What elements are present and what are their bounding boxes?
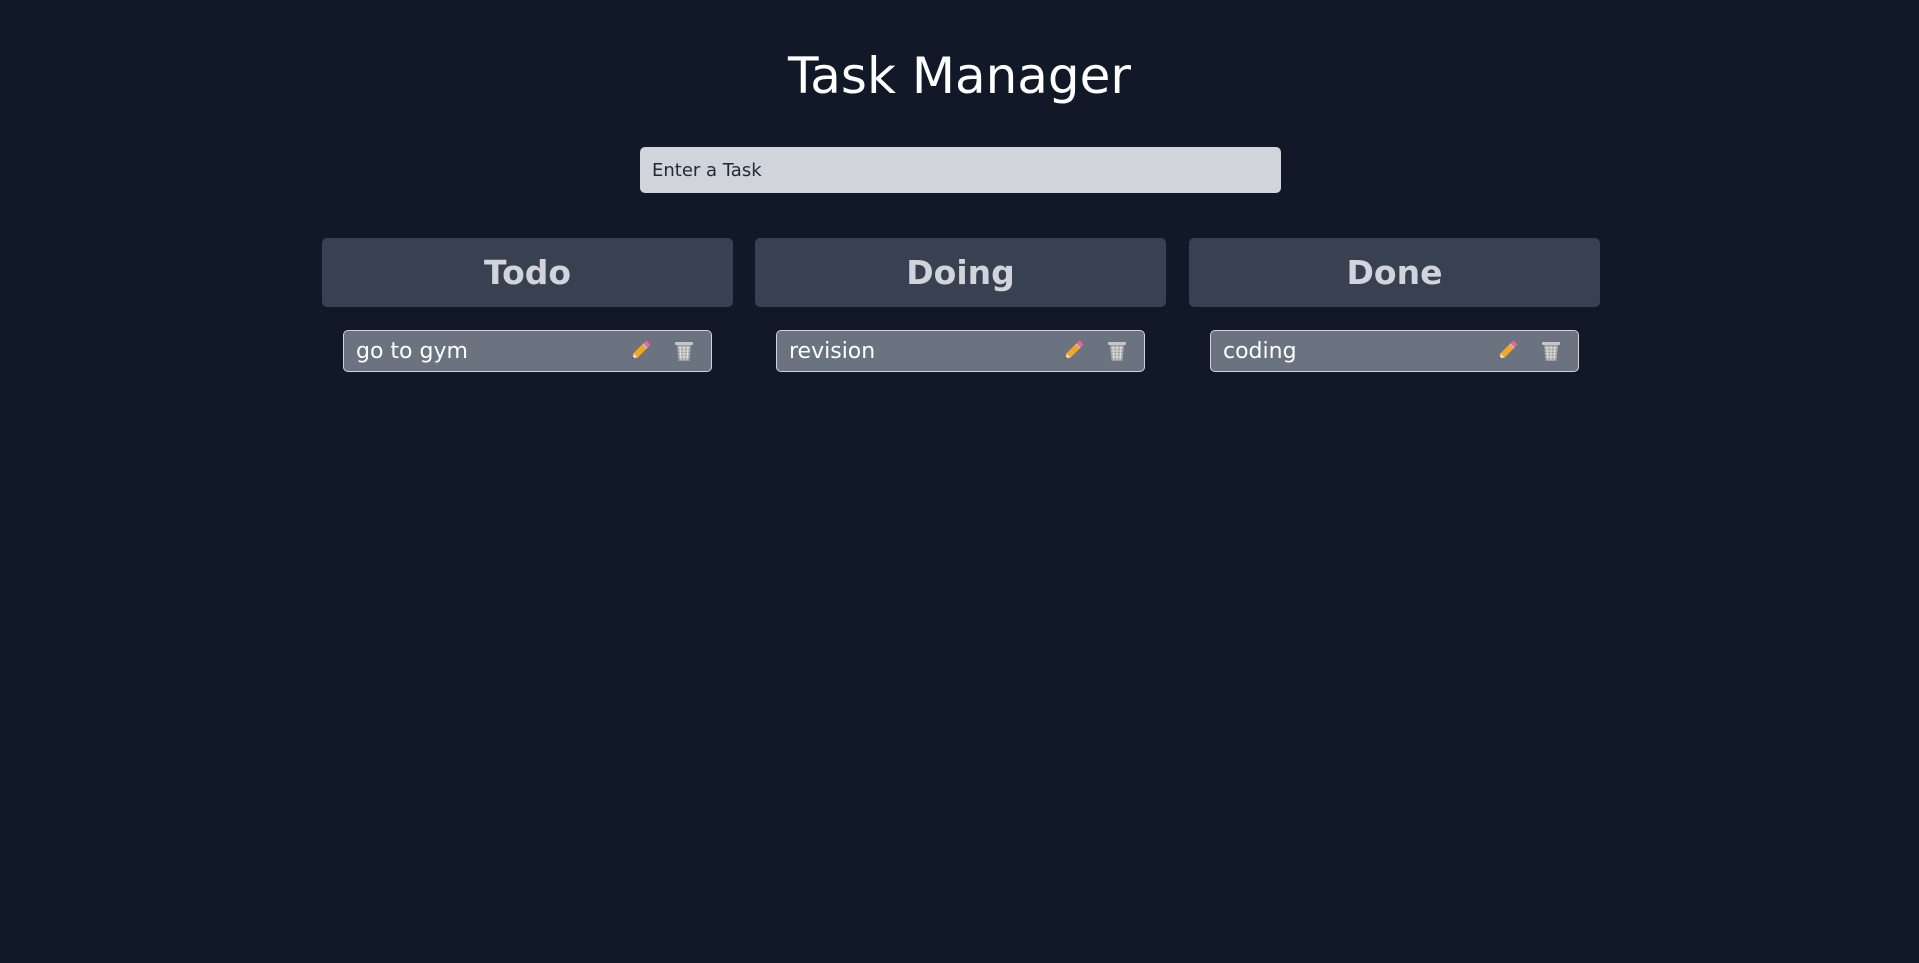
edit-button[interactable] [625,336,655,366]
trash-icon [1108,342,1126,361]
task-manager-page: Task Manager Todo go to gym [0,0,1919,963]
column-header-doing: Doing [755,238,1166,307]
pencil-icon [1065,340,1084,359]
task-text: revision [789,338,876,364]
task-card[interactable]: go to gym [343,330,712,372]
edit-button[interactable] [1058,336,1088,366]
task-text: coding [1223,338,1297,364]
trash-icon [1542,342,1560,361]
task-card[interactable]: revision [776,330,1145,372]
column-doing: Doing revision [755,238,1166,372]
delete-button[interactable] [1102,336,1132,366]
delete-button[interactable] [1536,336,1566,366]
column-todo: Todo go to gym [322,238,733,372]
delete-button[interactable] [669,336,699,366]
task-input[interactable] [640,147,1281,193]
page-title: Task Manager [788,47,1131,105]
pencil-icon [632,340,651,359]
task-text: go to gym [356,338,468,364]
edit-button[interactable] [1492,336,1522,366]
column-header-done: Done [1189,238,1600,307]
pencil-icon [1499,340,1518,359]
column-done: Done coding [1189,238,1600,372]
task-card[interactable]: coding [1210,330,1579,372]
column-header-todo: Todo [322,238,733,307]
trash-icon [675,342,693,361]
